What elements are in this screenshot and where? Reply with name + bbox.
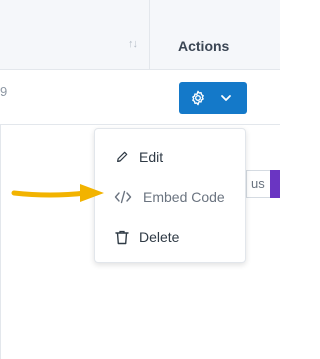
- menu-item-label: Delete: [139, 229, 180, 245]
- status-accent: [270, 170, 280, 198]
- menu-item-label: Edit: [139, 149, 164, 165]
- menu-item-embed-code[interactable]: Embed Code: [95, 179, 247, 215]
- trash-icon: [115, 230, 129, 245]
- row-cell-text: 9: [0, 84, 8, 99]
- pencil-icon: [117, 151, 128, 162]
- status-button-label: us: [251, 176, 265, 191]
- actions-menu: Edit Embed Code Delete: [94, 128, 246, 263]
- gear-icon: [192, 90, 204, 106]
- arrow-icon: [11, 184, 104, 202]
- actions-column-header: Actions: [178, 38, 230, 54]
- menu-item-label: Embed Code: [143, 189, 225, 205]
- code-icon: [114, 190, 132, 204]
- menu-item-delete[interactable]: Delete: [95, 219, 247, 255]
- data-table: ↑↓ Actions 9 us Edit Embed Code Delete: [0, 0, 280, 359]
- sort-icon[interactable]: ↑↓: [128, 38, 138, 50]
- chevron-down-icon: [221, 95, 231, 101]
- actions-dropdown-button[interactable]: [179, 82, 247, 114]
- menu-item-edit[interactable]: Edit: [95, 139, 247, 175]
- table-header-row: ↑↓ Actions: [0, 0, 280, 70]
